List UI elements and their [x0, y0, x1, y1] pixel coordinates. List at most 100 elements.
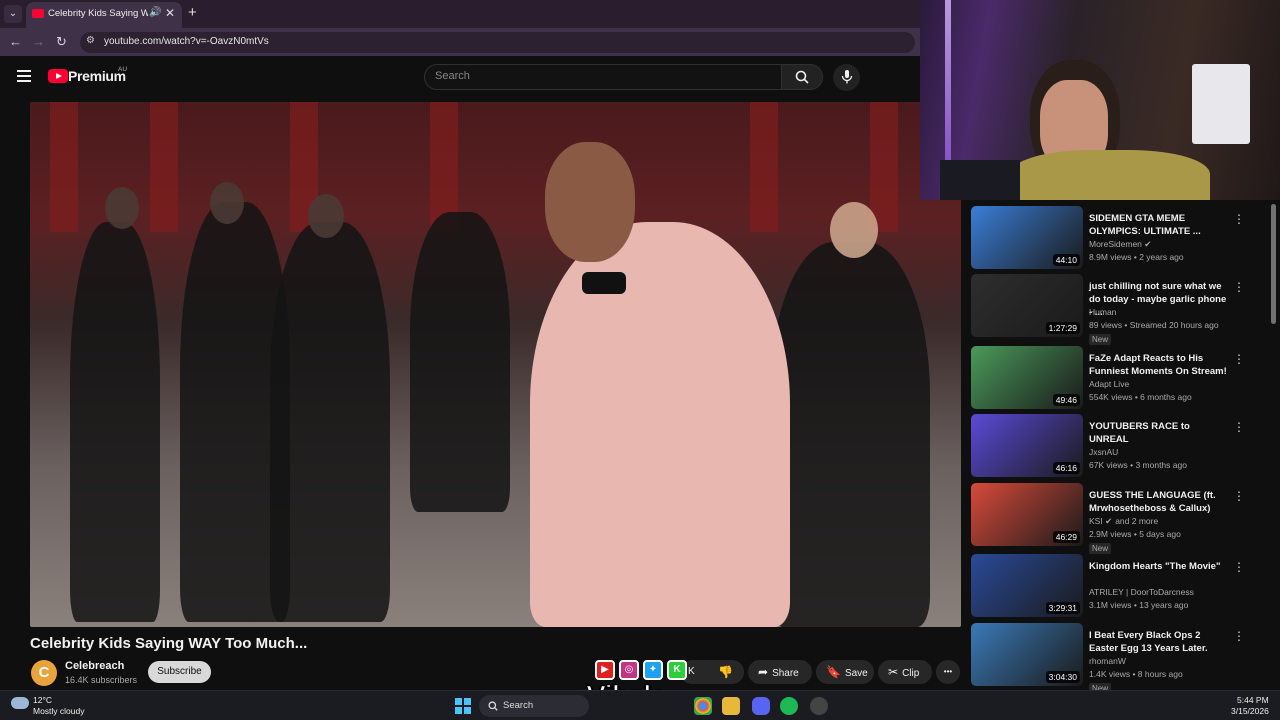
dislike-icon[interactable]: 👎 — [718, 660, 733, 684]
more-options-icon[interactable]: ⋮ — [1233, 420, 1245, 434]
recommendation-title[interactable]: SIDEMEN GTA MEME OLYMPICS: ULTIMATE ... — [1089, 212, 1229, 238]
clock-date[interactable]: 3/15/2026 — [1231, 706, 1269, 716]
recommendation-channel[interactable]: rhomanW — [1089, 656, 1126, 666]
kick-icon: K — [667, 660, 687, 680]
clock-time[interactable]: 5:44 PM — [1237, 695, 1269, 705]
recommendation-channel[interactable]: Human — [1089, 307, 1116, 317]
channel-name[interactable]: MoreSidemen — [1089, 239, 1142, 249]
recommendation-meta: 8.9M views • 2 years ago — [1089, 252, 1184, 262]
channel-name[interactable]: JxsnAU — [1089, 447, 1118, 457]
save-button[interactable]: 🔖 Save — [816, 660, 874, 684]
voice-search-button[interactable] — [833, 64, 860, 91]
windows-start-icon[interactable] — [455, 698, 471, 714]
speaker-icon[interactable]: 🔊 — [149, 7, 161, 18]
recommendation-channel[interactable]: ATRILEY | DoorToDarcness — [1089, 587, 1194, 597]
spotify-icon[interactable] — [780, 697, 798, 715]
weather-temperature[interactable]: 12°C — [33, 695, 52, 705]
video-player[interactable] — [30, 102, 961, 627]
crowd-head — [308, 194, 344, 238]
video-thumbnail[interactable]: 3:04:30 — [971, 623, 1083, 686]
recommendation-title[interactable]: GUESS THE LANGUAGE (ft. Mrwhosetheboss &… — [1089, 489, 1229, 515]
channel-name[interactable]: rhomanW — [1089, 656, 1126, 666]
more-options-icon[interactable]: ⋮ — [1233, 280, 1245, 294]
hamburger-menu-icon[interactable] — [17, 70, 31, 82]
video-thumbnail[interactable]: 3:29:31 — [971, 554, 1083, 617]
recommendation-title[interactable]: Kingdom Hearts "The Movie" — [1089, 560, 1229, 573]
like-count[interactable]: K — [688, 666, 695, 677]
site-info-icon[interactable]: ⚙ — [86, 35, 95, 46]
search-input[interactable]: Search — [424, 64, 782, 90]
address-bar[interactable]: ⚙ youtube.com/watch?v=-OavzN0mtVs — [80, 32, 915, 53]
url-text[interactable]: youtube.com/watch?v=-OavzN0mtVs — [104, 36, 269, 47]
more-actions-button[interactable]: ••• — [936, 660, 960, 684]
browser-tab[interactable]: Celebrity Kids Saying WAY T 🔊 ✕ — [26, 2, 182, 28]
bow-tie — [582, 272, 626, 294]
recommendation-item[interactable]: 3:29:31 Kingdom Hearts "The Movie" ATRILEY… — [971, 554, 1271, 618]
save-label: Save — [844, 668, 868, 679]
recommendation-title[interactable]: I Beat Every Black Ops 2 Easter Egg 13 Y… — [1089, 629, 1229, 655]
channel-avatar[interactable]: C — [31, 660, 57, 686]
search-icon — [795, 70, 809, 84]
video-duration: 46:29 — [1052, 531, 1080, 543]
recommendation-item[interactable]: 1:27:29 just chilling not sure what we do… — [971, 274, 1271, 345]
browser-tab-bar: ⌄ Celebrity Kids Saying WAY T 🔊 ✕ + — [0, 0, 920, 28]
channel-name[interactable]: Adapt Live — [1089, 379, 1129, 389]
back-arrow-icon[interactable]: ← — [9, 34, 22, 49]
channel-name[interactable]: KSI — [1089, 516, 1103, 526]
weather-description[interactable]: Mostly cloudy — [33, 706, 85, 716]
windows-taskbar: 12°C Mostly cloudy Search 5:44 PM 3/15/2… — [0, 690, 1280, 720]
more-options-icon[interactable]: ⋮ — [1233, 212, 1245, 226]
recommendation-title[interactable]: FaZe Adapt Reacts to His Funniest Moment… — [1089, 352, 1229, 378]
file-explorer-icon[interactable] — [722, 697, 740, 715]
recommendation-channel[interactable]: JxsnAU — [1089, 447, 1118, 457]
more-options-icon[interactable]: ⋮ — [1233, 560, 1245, 574]
subscribe-button[interactable]: Subscribe — [148, 661, 211, 683]
forward-arrow-icon[interactable]: → — [32, 34, 45, 49]
recommendation-title[interactable]: YOUTUBERS RACE to UNREAL — [1089, 420, 1229, 446]
share-button[interactable]: ➦ Share — [748, 660, 812, 684]
video-thumbnail[interactable]: 49:46 — [971, 346, 1083, 409]
clip-button[interactable]: ✂ Clip — [878, 660, 932, 684]
video-thumbnail[interactable]: 1:27:29 — [971, 274, 1083, 337]
recommendation-meta: 3.1M views • 13 years ago — [1089, 600, 1189, 610]
crowd-silhouette — [410, 212, 510, 512]
taskbar-search[interactable]: Search — [479, 695, 589, 717]
wall-panel — [1192, 64, 1250, 144]
youtube-logo-icon[interactable] — [48, 69, 68, 83]
chrome-icon[interactable] — [694, 697, 712, 715]
new-tab-button[interactable]: + — [188, 4, 197, 21]
weather-cloud-icon[interactable] — [11, 697, 29, 709]
channel-name[interactable]: Human — [1089, 307, 1116, 317]
social-icons-overlay: ▶ ◎ ✦ K — [595, 660, 687, 682]
app-icon[interactable] — [810, 697, 828, 715]
video-duration: 1:27:29 — [1045, 322, 1080, 334]
channel-name[interactable]: ATRILEY | DoorToDarcness — [1089, 587, 1194, 597]
recommendation-item[interactable]: 46:29 GUESS THE LANGUAGE (ft. Mrwhosetheb… — [971, 483, 1271, 554]
search-button[interactable] — [781, 64, 823, 90]
recommendation-item[interactable]: 46:16 YOUTUBERS RACE to UNREAL JxsnAU 67K v… — [971, 414, 1271, 478]
video-thumbnail[interactable]: 46:16 — [971, 414, 1083, 477]
discord-icon[interactable] — [752, 697, 770, 715]
recommendation-item[interactable]: 44:10 SIDEMEN GTA MEME OLYMPICS: ULTIMATE… — [971, 206, 1271, 270]
browser-toolbar: ← → ↻ ⚙ youtube.com/watch?v=-OavzN0mtVs — [0, 28, 920, 56]
recommendation-channel[interactable]: Adapt Live — [1089, 379, 1129, 389]
sidebar-scrollbar[interactable] — [1271, 204, 1276, 324]
recommendation-channel[interactable]: KSI ✔ and 2 more — [1089, 516, 1158, 527]
more-options-icon[interactable]: ⋮ — [1233, 352, 1245, 366]
recommendation-item[interactable]: 3:04:30 I Beat Every Black Ops 2 Easter E… — [971, 623, 1271, 694]
channel-name[interactable]: Celebreach — [65, 660, 124, 672]
tab-search-chevron-icon[interactable]: ⌄ — [4, 5, 22, 23]
reload-icon[interactable]: ↻ — [56, 34, 67, 50]
tab-title: Celebrity Kids Saying WAY T — [48, 8, 148, 19]
more-options-icon[interactable]: ⋮ — [1233, 489, 1245, 503]
subscriber-count: 16.4K subscribers — [65, 675, 138, 685]
video-thumbnail[interactable]: 44:10 — [971, 206, 1083, 269]
recommendation-channel[interactable]: MoreSidemen ✔ — [1089, 239, 1151, 250]
new-badge: New — [1089, 543, 1112, 554]
recommendation-meta: 89 views • Streamed 20 hours ago — [1089, 320, 1219, 330]
more-options-icon[interactable]: ⋮ — [1233, 629, 1245, 643]
close-tab-icon[interactable]: ✕ — [165, 6, 175, 20]
recommendation-item[interactable]: 49:46 FaZe Adapt Reacts to His Funniest M… — [971, 346, 1271, 410]
main-subject-head — [545, 142, 635, 262]
video-thumbnail[interactable]: 46:29 — [971, 483, 1083, 546]
